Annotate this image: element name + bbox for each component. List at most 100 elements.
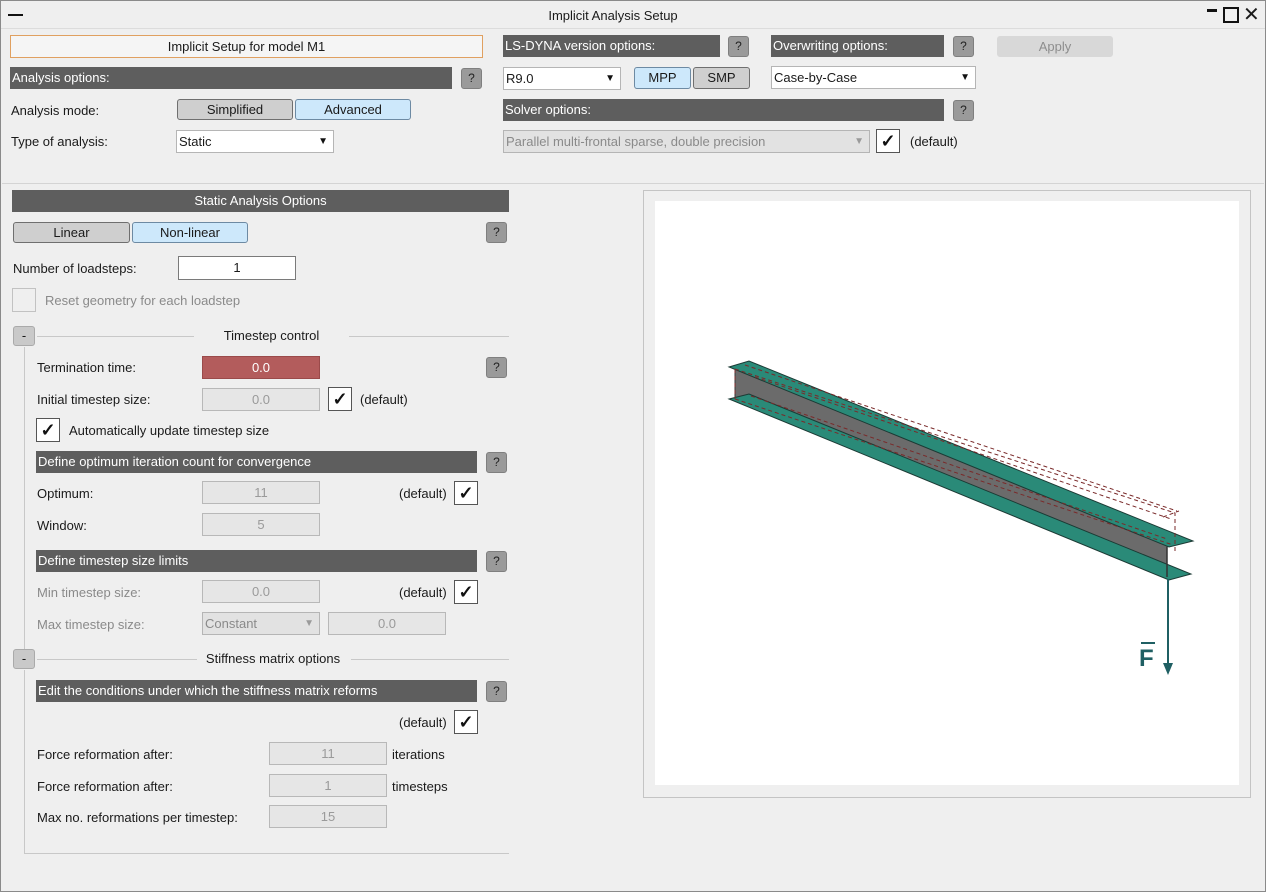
iterations-unit-label: iterations bbox=[392, 747, 445, 762]
termination-time-input[interactable]: 0.0 bbox=[202, 356, 320, 379]
version-dropdown[interactable]: R9.0 ▼ bbox=[503, 67, 621, 90]
dropdown-arrow-icon: ▼ bbox=[605, 73, 615, 84]
window-input[interactable]: 5 bbox=[202, 513, 320, 536]
section-divider bbox=[37, 336, 194, 337]
timestep-help-button[interactable]: ? bbox=[486, 357, 507, 378]
stiffness-default-label: (default) bbox=[399, 715, 447, 730]
iteration-count-help-button[interactable]: ? bbox=[486, 452, 507, 473]
model-preview-canvas: F bbox=[655, 201, 1239, 785]
top-separator bbox=[2, 183, 1264, 184]
close-icon[interactable]: ✕ bbox=[1243, 5, 1261, 25]
implicit-analysis-window: Implicit Analysis Setup ✕ Implicit Setup… bbox=[0, 0, 1266, 892]
optimum-label: Optimum: bbox=[37, 486, 94, 501]
section-divider bbox=[349, 336, 509, 337]
solver-value: Parallel multi-frontal sparse, double pr… bbox=[506, 134, 766, 149]
window-label: Window: bbox=[37, 518, 87, 533]
analysis-options-header: Analysis options: bbox=[10, 67, 452, 89]
timestep-limits-header: Define timestep size limits bbox=[36, 550, 477, 572]
auto-update-timestep-checkbox[interactable]: ✓ bbox=[36, 418, 60, 442]
overwriting-options-header: Overwriting options: bbox=[771, 35, 944, 57]
dropdown-arrow-icon: ▼ bbox=[960, 72, 970, 83]
min-timestep-default-checkbox[interactable]: ✓ bbox=[454, 580, 478, 604]
beam-top-flange bbox=[727, 360, 1195, 548]
overwriting-value: Case-by-Case bbox=[774, 70, 858, 85]
apply-button[interactable]: Apply bbox=[997, 36, 1113, 57]
setup-title-box: Implicit Setup for model M1 bbox=[10, 35, 483, 58]
solver-options-header: Solver options: bbox=[503, 99, 944, 121]
analysis-options-help-button[interactable]: ? bbox=[461, 68, 482, 89]
maximize-icon[interactable] bbox=[1223, 7, 1239, 23]
solver-default-checkbox[interactable]: ✓ bbox=[876, 129, 900, 153]
max-reformations-input[interactable]: 15 bbox=[269, 805, 387, 828]
overwriting-dropdown[interactable]: Case-by-Case ▼ bbox=[771, 66, 976, 89]
force-reform-timesteps-input[interactable]: 1 bbox=[269, 774, 387, 797]
force-label: F bbox=[1139, 645, 1154, 672]
timestep-limits-help-button[interactable]: ? bbox=[486, 551, 507, 572]
max-timestep-mode-value: Constant bbox=[205, 616, 258, 631]
timesteps-unit-label: timesteps bbox=[392, 779, 448, 794]
lsdyna-version-header: LS-DYNA version options: bbox=[503, 35, 720, 57]
overwriting-options-help-button[interactable]: ? bbox=[953, 36, 974, 57]
version-value: R9.0 bbox=[506, 71, 534, 86]
smp-button[interactable]: SMP bbox=[693, 67, 750, 89]
iteration-count-header: Define optimum iteration count for conve… bbox=[36, 451, 477, 473]
force-reform-iterations-label: Force reformation after: bbox=[37, 747, 173, 762]
stiffness-reform-header: Edit the conditions under which the stif… bbox=[36, 680, 477, 702]
title-bar: Implicit Analysis Setup ✕ bbox=[1, 1, 1265, 29]
beam-illustration bbox=[727, 360, 1195, 675]
timestep-section-title: Timestep control bbox=[223, 328, 320, 343]
analysis-type-value: Static bbox=[179, 134, 212, 149]
stiffness-reform-help-button[interactable]: ? bbox=[486, 681, 507, 702]
nonlinear-button[interactable]: Non-linear bbox=[132, 222, 248, 243]
solver-options-help-button[interactable]: ? bbox=[953, 100, 974, 121]
section-divider bbox=[37, 659, 197, 660]
min-timestep-default-label: (default) bbox=[399, 585, 447, 600]
force-reform-timesteps-label: Force reformation after: bbox=[37, 779, 173, 794]
static-options-help-button[interactable]: ? bbox=[486, 222, 507, 243]
simplified-mode-button[interactable]: Simplified bbox=[177, 99, 293, 120]
minimize-icon[interactable] bbox=[1207, 9, 1217, 12]
advanced-mode-button[interactable]: Advanced bbox=[295, 99, 411, 120]
reset-geometry-checkbox[interactable] bbox=[12, 288, 36, 312]
section-bottom-line bbox=[24, 853, 509, 854]
static-analysis-header: Static Analysis Options bbox=[12, 190, 509, 212]
min-timestep-input[interactable]: 0.0 bbox=[202, 580, 320, 603]
dropdown-arrow-icon: ▼ bbox=[318, 136, 328, 147]
force-vector-bar bbox=[1141, 642, 1155, 644]
max-reformations-label: Max no. reformations per timestep: bbox=[37, 810, 238, 825]
window-title: Implicit Analysis Setup bbox=[548, 8, 678, 23]
dropdown-arrow-icon: ▼ bbox=[304, 618, 314, 629]
termination-time-label: Termination time: bbox=[37, 360, 136, 375]
mpp-button[interactable]: MPP bbox=[634, 67, 691, 89]
max-timestep-label: Max timestep size: bbox=[37, 617, 145, 632]
force-arrow-head bbox=[1163, 663, 1173, 675]
loadsteps-input[interactable]: 1 bbox=[178, 256, 296, 280]
max-timestep-input[interactable]: 0.0 bbox=[328, 612, 446, 635]
force-reform-iterations-input[interactable]: 11 bbox=[269, 742, 387, 765]
linear-button[interactable]: Linear bbox=[13, 222, 130, 243]
loadsteps-label: Number of loadsteps: bbox=[13, 261, 137, 276]
section-divider bbox=[351, 659, 509, 660]
stiffness-collapse-button[interactable]: - bbox=[13, 649, 35, 669]
analysis-type-dropdown[interactable]: Static ▼ bbox=[176, 130, 334, 153]
optimum-input[interactable]: 11 bbox=[202, 481, 320, 504]
initial-timestep-default-checkbox[interactable]: ✓ bbox=[328, 387, 352, 411]
section-guide-line bbox=[24, 347, 25, 649]
section-guide-line bbox=[24, 670, 25, 853]
timestep-collapse-button[interactable]: - bbox=[13, 326, 35, 346]
stiffness-default-checkbox[interactable]: ✓ bbox=[454, 710, 478, 734]
optimum-default-checkbox[interactable]: ✓ bbox=[454, 481, 478, 505]
reset-geometry-label: Reset geometry for each loadstep bbox=[45, 293, 241, 308]
initial-timestep-input[interactable]: 0.0 bbox=[202, 388, 320, 411]
solver-default-label: (default) bbox=[910, 134, 958, 149]
min-timestep-label: Min timestep size: bbox=[37, 585, 142, 600]
solver-dropdown[interactable]: Parallel multi-frontal sparse, double pr… bbox=[503, 130, 870, 153]
max-timestep-mode-dropdown[interactable]: Constant ▼ bbox=[202, 612, 320, 635]
initial-timestep-label: Initial timestep size: bbox=[37, 392, 151, 407]
beam-bottom-flange bbox=[727, 393, 1193, 581]
stiffness-section-title: Stiffness matrix options bbox=[205, 651, 341, 666]
analysis-mode-label: Analysis mode: bbox=[11, 103, 100, 118]
initial-timestep-default-label: (default) bbox=[360, 392, 408, 407]
type-of-analysis-label: Type of analysis: bbox=[11, 134, 108, 149]
lsdyna-version-help-button[interactable]: ? bbox=[728, 36, 749, 57]
